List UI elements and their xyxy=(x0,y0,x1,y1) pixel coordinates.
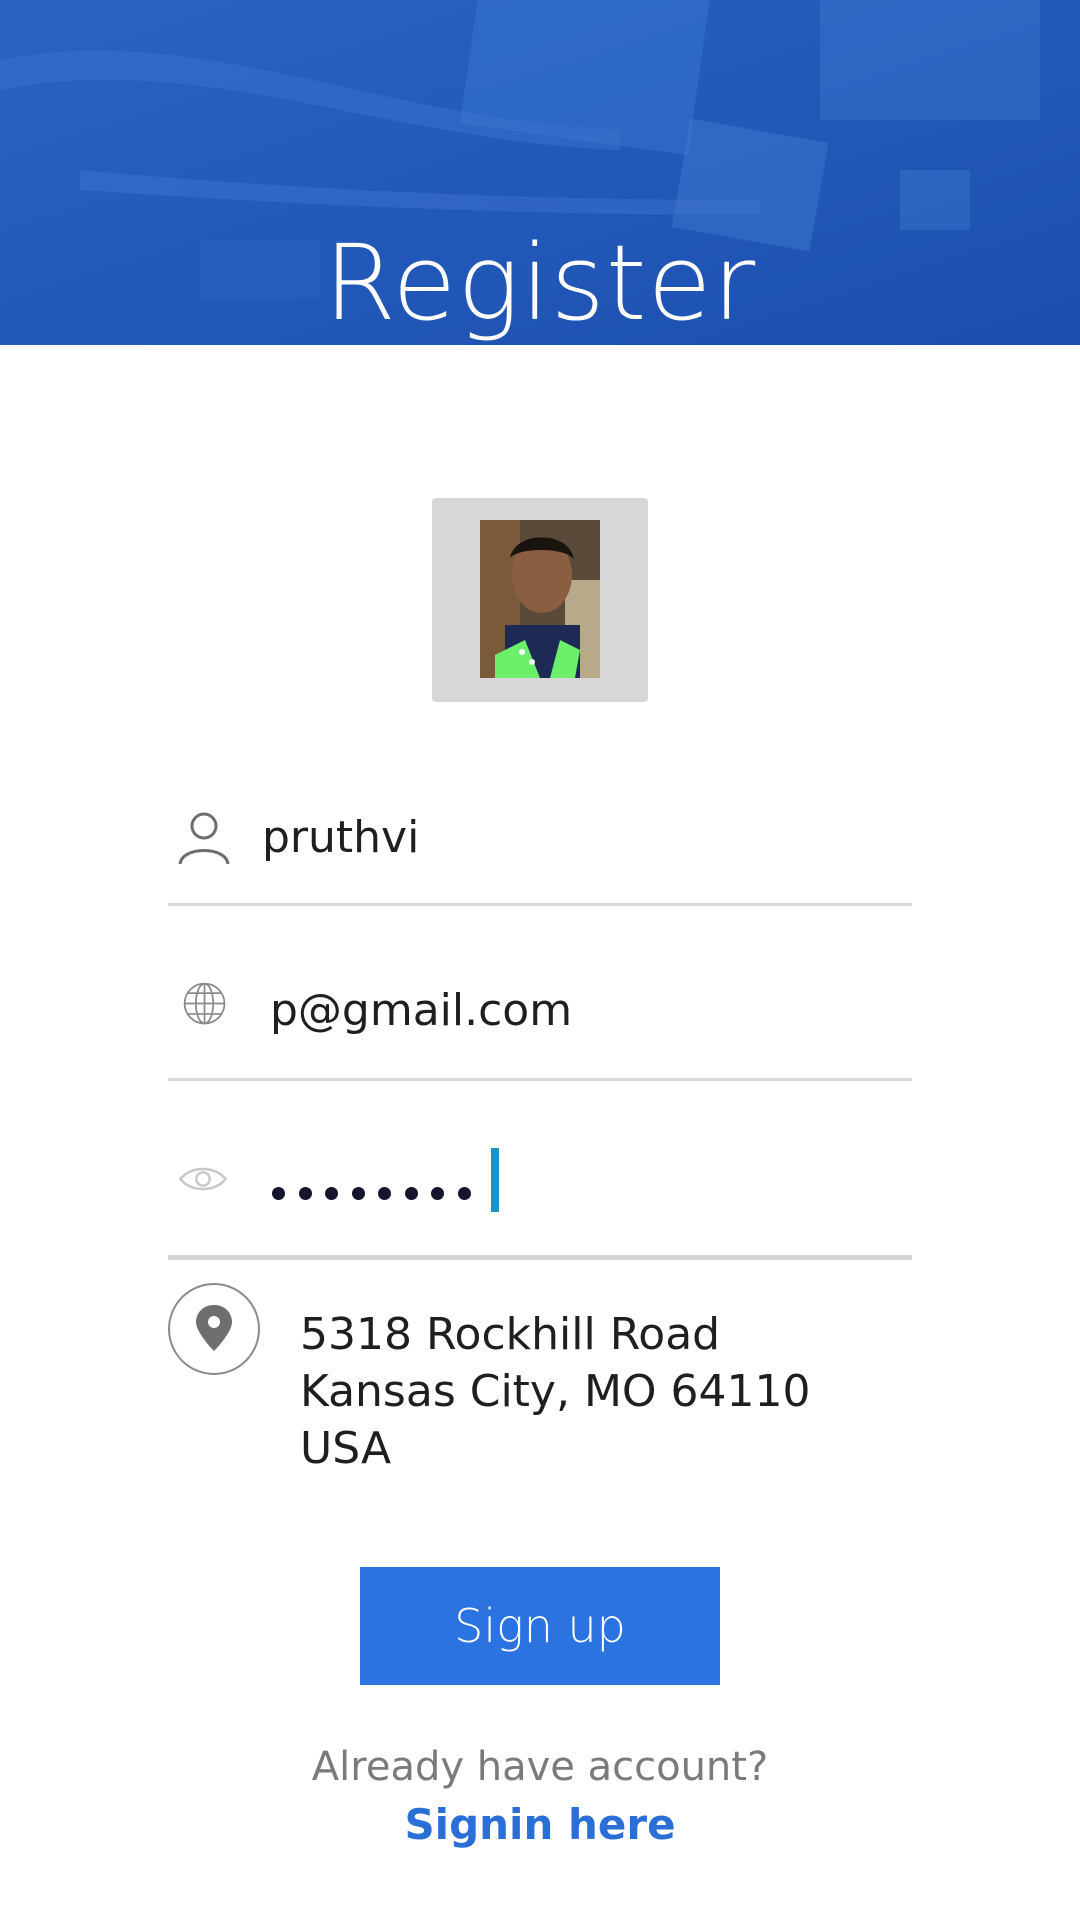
username-field[interactable]: pruthvi xyxy=(168,756,912,906)
password-dot xyxy=(325,1186,338,1200)
password-dot xyxy=(298,1186,312,1200)
password-dot xyxy=(272,1186,285,1200)
email-value: p@gmail.com xyxy=(270,985,573,1036)
profile-photo xyxy=(480,520,600,678)
address-line-3: USA xyxy=(300,1423,392,1474)
password-dot xyxy=(378,1186,391,1200)
location-pin-button[interactable] xyxy=(168,1283,260,1375)
register-screen: Register pruthvi p@gmail.com 5318 Rockhi… xyxy=(0,0,1080,1920)
header-banner: Register xyxy=(0,0,1080,345)
username-value: pruthvi xyxy=(262,812,420,863)
email-field[interactable]: p@gmail.com xyxy=(168,931,912,1081)
signup-button[interactable]: Sign up xyxy=(360,1567,720,1685)
password-masked-value xyxy=(272,1168,484,1218)
already-have-account-text: Already have account? xyxy=(311,1744,769,1790)
location-pin-icon xyxy=(196,1305,232,1351)
password-dot xyxy=(351,1186,365,1200)
eye-icon[interactable] xyxy=(178,1162,228,1196)
address-block[interactable]: 5318 Rockhill Road Kansas City, MO 64110… xyxy=(168,1283,912,1483)
password-dot xyxy=(457,1186,471,1200)
page-title: Register xyxy=(323,222,757,344)
username-underline xyxy=(168,903,912,906)
address-line-1: 5318 Rockhill Road xyxy=(300,1309,721,1360)
globe-icon xyxy=(183,982,226,1025)
password-dot xyxy=(404,1186,418,1200)
address-line-2: Kansas City, MO 64110 xyxy=(300,1366,811,1417)
password-underline xyxy=(168,1255,912,1260)
signin-link[interactable]: Signin here xyxy=(404,1800,675,1849)
password-field[interactable] xyxy=(168,1108,912,1260)
password-dot xyxy=(431,1186,444,1200)
avatar xyxy=(480,520,600,678)
email-underline xyxy=(168,1078,912,1081)
avatar-picker[interactable] xyxy=(432,498,648,702)
user-icon xyxy=(178,812,230,865)
text-caret xyxy=(491,1148,499,1212)
address-text: 5318 Rockhill Road Kansas City, MO 64110… xyxy=(300,1306,811,1477)
signin-link-row: Signin here xyxy=(0,1800,1080,1849)
